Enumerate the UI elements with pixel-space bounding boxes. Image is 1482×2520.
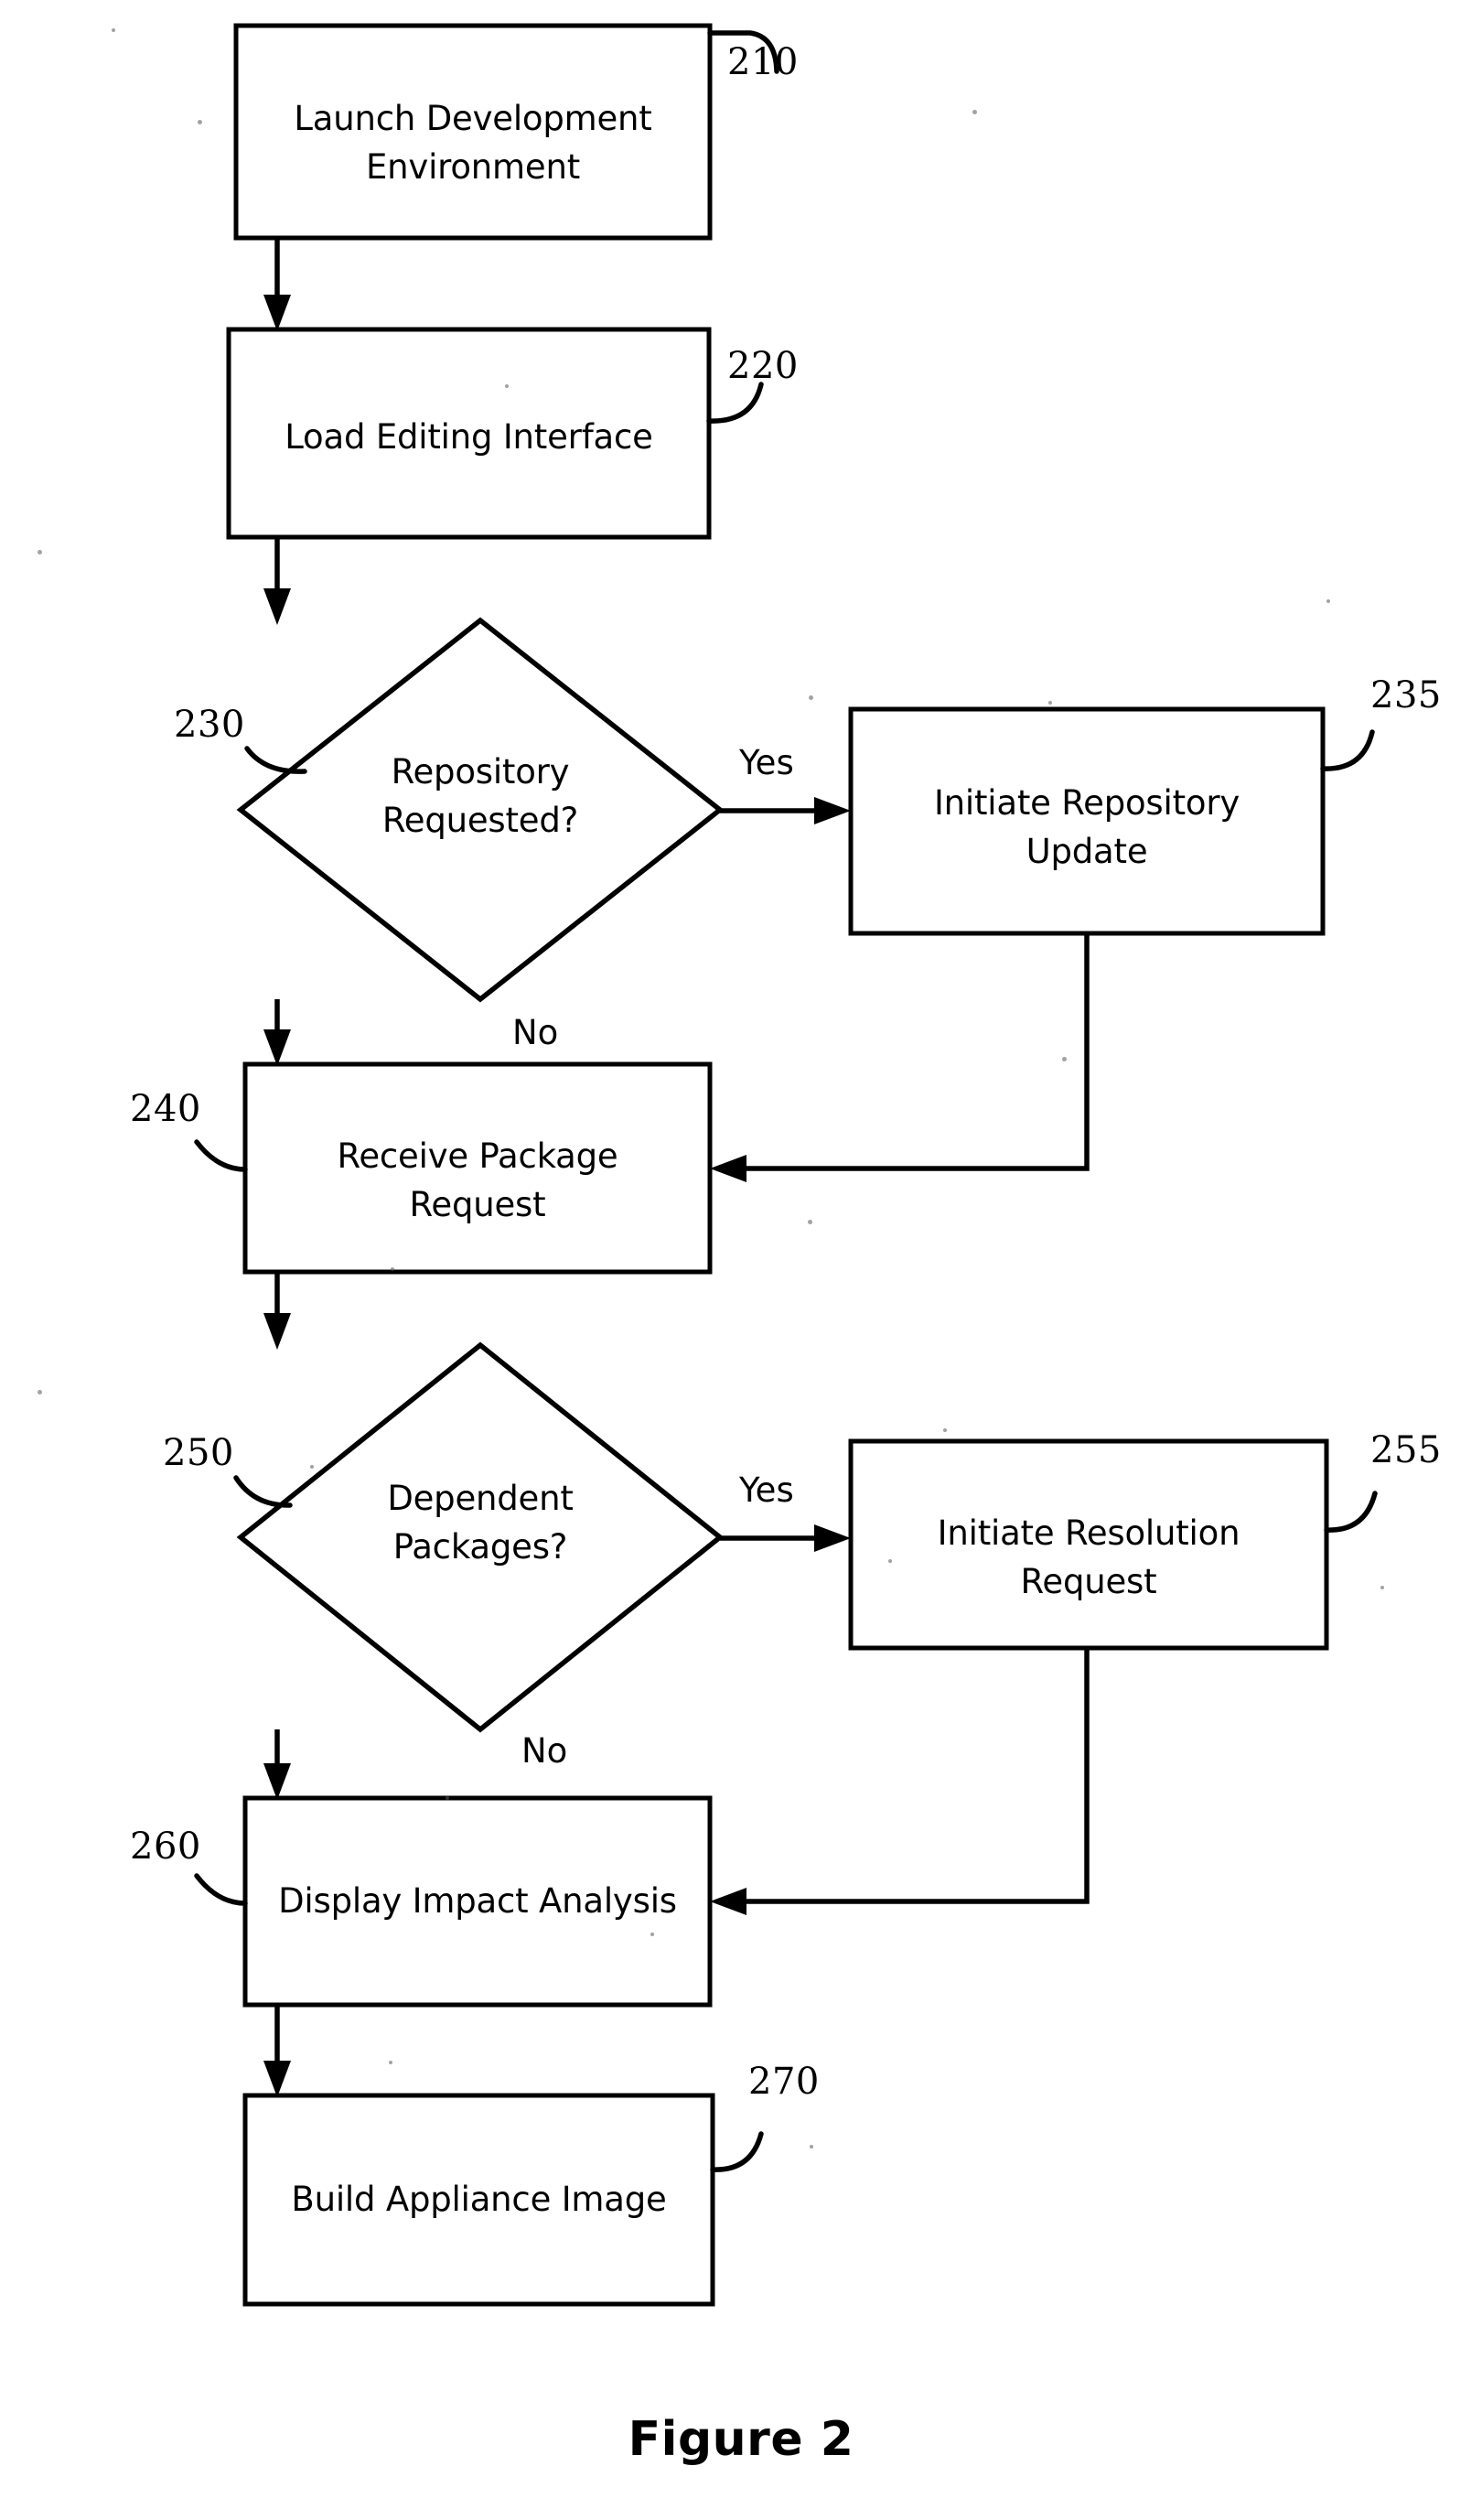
node-270-label: Build Appliance Image bbox=[291, 2180, 667, 2219]
edge-235-240-arrowhead bbox=[710, 1155, 746, 1182]
ref-numeral-210: 210 bbox=[727, 41, 799, 83]
scan-speck bbox=[1326, 599, 1330, 603]
scan-speck bbox=[389, 2061, 392, 2064]
edge-260-270-arrowhead bbox=[263, 2061, 291, 2097]
figure-caption: Figure 2 bbox=[628, 2412, 854, 2467]
node-240-label: Receive Package Request bbox=[337, 1136, 618, 1224]
scan-speck bbox=[808, 1220, 812, 1224]
scan-speck bbox=[38, 1390, 42, 1395]
scan-speck bbox=[809, 695, 813, 700]
leader-220 bbox=[706, 382, 764, 424]
node-235-label: Initiate Repository Update bbox=[933, 783, 1240, 871]
leader-235 bbox=[1320, 729, 1375, 771]
scan-speck bbox=[810, 2145, 813, 2148]
edge-255-260-arrowhead bbox=[710, 1888, 746, 1915]
edge-250-260-arrowhead bbox=[263, 1763, 291, 1800]
edge-230-240-arrowhead bbox=[263, 1029, 291, 1066]
scan-speck bbox=[38, 550, 42, 555]
edge-label-yes-250: Yes bbox=[739, 1470, 794, 1510]
scan-speck bbox=[972, 110, 977, 114]
scan-speck bbox=[112, 28, 115, 32]
edge-255-260-path bbox=[726, 1648, 1090, 1904]
edge-label-no-230: No bbox=[512, 1013, 559, 1052]
ref-numeral-230: 230 bbox=[174, 704, 245, 746]
node-250-label: Dependent Packages? bbox=[387, 1479, 574, 1567]
scan-speck bbox=[310, 1465, 314, 1469]
scan-speck bbox=[446, 1796, 449, 1800]
edge-240-250-arrowhead bbox=[263, 1313, 291, 1350]
scan-speck bbox=[1048, 701, 1052, 705]
node-255-label: Initiate Resolution Request bbox=[937, 1513, 1240, 1601]
ref-numeral-235: 235 bbox=[1370, 674, 1442, 716]
node-260-label: Display Impact Analysis bbox=[278, 1881, 677, 1921]
scan-speck bbox=[505, 384, 509, 388]
scan-speck bbox=[1380, 1586, 1384, 1589]
leader-270 bbox=[710, 2131, 764, 2172]
edge-250-255-arrowhead bbox=[814, 1524, 851, 1552]
ref-numeral-250: 250 bbox=[163, 1432, 234, 1474]
node-220-label: Load Editing Interface bbox=[285, 417, 653, 457]
ref-numeral-240: 240 bbox=[130, 1088, 201, 1130]
scan-speck bbox=[943, 1428, 947, 1432]
scan-speck bbox=[888, 1559, 892, 1563]
node-230-label: Repository Requested? bbox=[381, 752, 579, 840]
edge-210-220-arrowhead bbox=[263, 295, 291, 331]
leader-260 bbox=[194, 1873, 248, 1906]
ref-numeral-260: 260 bbox=[130, 1825, 201, 1868]
edge-label-no-250: No bbox=[521, 1731, 568, 1771]
figure-page: Launch Development Environment Load Edit… bbox=[0, 0, 1482, 2520]
edge-235-240-path bbox=[726, 933, 1090, 1171]
leader-255 bbox=[1324, 1491, 1378, 1533]
leader-240 bbox=[194, 1139, 248, 1172]
ref-numeral-255: 255 bbox=[1370, 1429, 1442, 1471]
ref-numeral-220: 220 bbox=[727, 345, 799, 387]
scan-speck bbox=[650, 1933, 654, 1936]
ref-numeral-270: 270 bbox=[748, 2061, 820, 2103]
scan-speck bbox=[198, 120, 202, 124]
node-210-label: Launch Development Environment bbox=[294, 99, 652, 187]
scan-speck bbox=[391, 1267, 394, 1271]
edge-220-230-arrowhead bbox=[263, 588, 291, 625]
edge-label-yes-230: Yes bbox=[739, 743, 794, 782]
scan-speck bbox=[1062, 1057, 1067, 1061]
edge-230-235-arrowhead bbox=[814, 797, 851, 824]
